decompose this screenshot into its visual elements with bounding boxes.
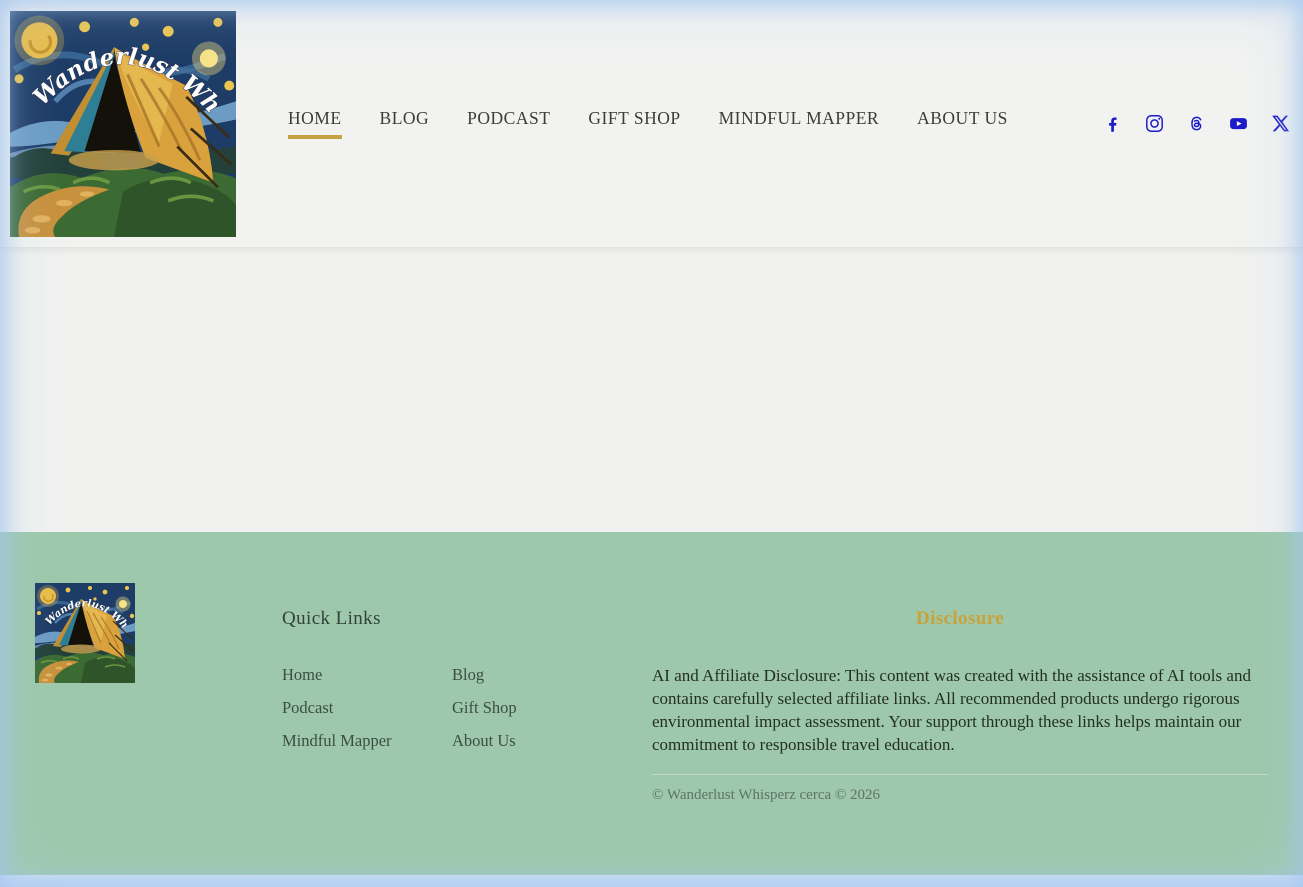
x-icon[interactable] [1270,113,1291,134]
footer-link-mindful-mapper[interactable]: Mindful Mapper [282,724,452,757]
footer-logo[interactable] [35,583,135,683]
disclosure-text: AI and Affiliate Disclosure: This conten… [652,664,1268,756]
quick-links-column-1: Home Podcast Mindful Mapper [282,658,452,757]
footer-link-podcast[interactable]: Podcast [282,691,452,724]
site-footer: Quick Links Home Podcast Mindful Mapper … [0,532,1303,875]
nav-blog[interactable]: BLOG [380,108,430,139]
footer-link-about-us[interactable]: About Us [452,724,517,757]
copyright-text: © Wanderlust Whisperz cerca © 2026 [652,787,1268,804]
quick-links-column-2: Blog Gift Shop About Us [452,658,517,757]
site-logo[interactable] [10,11,236,237]
facebook-icon[interactable] [1102,113,1123,134]
instagram-icon[interactable] [1144,113,1165,134]
nav-podcast[interactable]: PODCAST [467,108,550,139]
main-content [0,248,1303,532]
nav-gift-shop[interactable]: GIFT SHOP [588,108,680,139]
quick-links-title: Quick Links [282,608,622,630]
disclosure-title: Disclosure [652,608,1268,630]
footer-link-gift-shop[interactable]: Gift Shop [452,691,517,724]
youtube-icon[interactable] [1228,113,1249,134]
site-header: HOME BLOG PODCAST GIFT SHOP MINDFUL MAPP… [0,0,1303,248]
footer-link-blog[interactable]: Blog [452,658,517,691]
disclosure-section: Disclosure AI and Affiliate Disclosure: … [652,608,1268,804]
page: HOME BLOG PODCAST GIFT SHOP MINDFUL MAPP… [0,0,1303,875]
logo-image [10,11,236,237]
nav-about-us[interactable]: ABOUT US [917,108,1008,139]
quick-links-section: Quick Links Home Podcast Mindful Mapper … [282,608,622,757]
threads-icon[interactable] [1186,113,1207,134]
footer-link-home[interactable]: Home [282,658,452,691]
social-links [1102,113,1291,134]
footer-logo-image [35,583,135,683]
nav-home[interactable]: HOME [288,108,342,139]
nav-mindful-mapper[interactable]: MINDFUL MAPPER [719,108,879,139]
main-nav: HOME BLOG PODCAST GIFT SHOP MINDFUL MAPP… [288,108,1008,139]
footer-divider [652,774,1268,775]
